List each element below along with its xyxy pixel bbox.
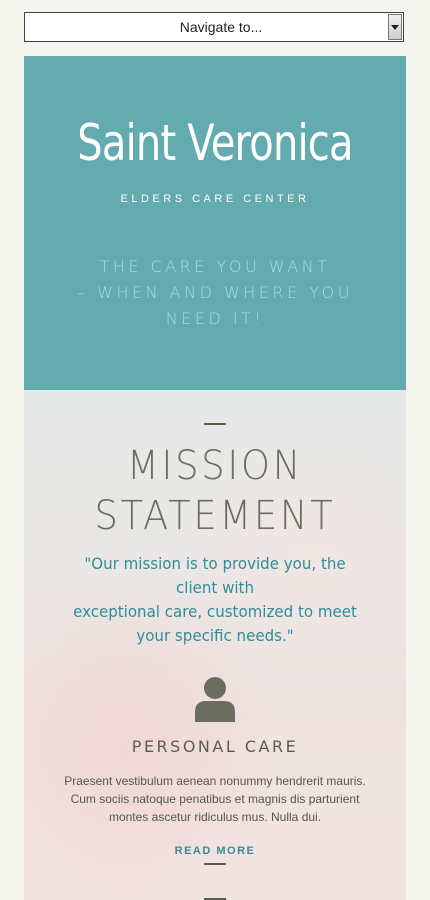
navigate-select-value: Navigate to... (179, 19, 263, 35)
mission-quote-line: "Our mission is to provide you, the (84, 554, 346, 573)
mission-quote-line: your specific needs." (136, 626, 294, 645)
slogan: THE CARE YOU WANT – WHEN AND WHERE YOU N… (64, 254, 366, 332)
person-icon (195, 677, 235, 722)
service-text-line: Praesent vestibulum aenean nonummy hendr… (64, 774, 366, 788)
mission-title-line: MISSION (126, 443, 303, 489)
read-more-link[interactable]: READ MORE (24, 845, 406, 857)
mission-quote-line: client with (175, 578, 254, 597)
mission-title-line: STATEMENT (94, 493, 336, 539)
read-more-underline (204, 863, 226, 865)
service-title: PERSONAL CARE (131, 737, 299, 756)
slogan-line: – WHEN AND WHERE YOU (77, 283, 353, 302)
mission-quote: "Our mission is to provide you, the clie… (64, 552, 367, 648)
brand-subtitle: ELDERS CARE CENTER (120, 193, 310, 205)
service-description: Praesent vestibulum aenean nonummy hendr… (58, 772, 372, 826)
slogan-line: THE CARE YOU WANT (99, 257, 331, 276)
header-banner: Saint Veronica ELDERS CARE CENTER THE CA… (24, 56, 406, 390)
service-text-line: montes ascetur ridiculus mus. Nulla dui. (108, 810, 322, 824)
chevron-down-icon[interactable] (388, 14, 402, 40)
page: Navigate to... Saint Veronica ELDERS CAR… (0, 0, 430, 900)
divider-dash (204, 423, 226, 425)
service-text-line: Cum sociis natoque penatibus et magnis d… (70, 792, 360, 806)
navigate-select[interactable]: Navigate to... (24, 12, 404, 42)
slogan-line: NEED IT! (165, 309, 265, 328)
brand-logo-text[interactable]: Saint Veronica (62, 118, 368, 168)
mission-title: MISSION STATEMENT (39, 442, 390, 540)
mission-quote-line: exceptional care, customized to meet (73, 602, 357, 621)
mission-section: MISSION STATEMENT "Our mission is to pro… (24, 390, 406, 900)
